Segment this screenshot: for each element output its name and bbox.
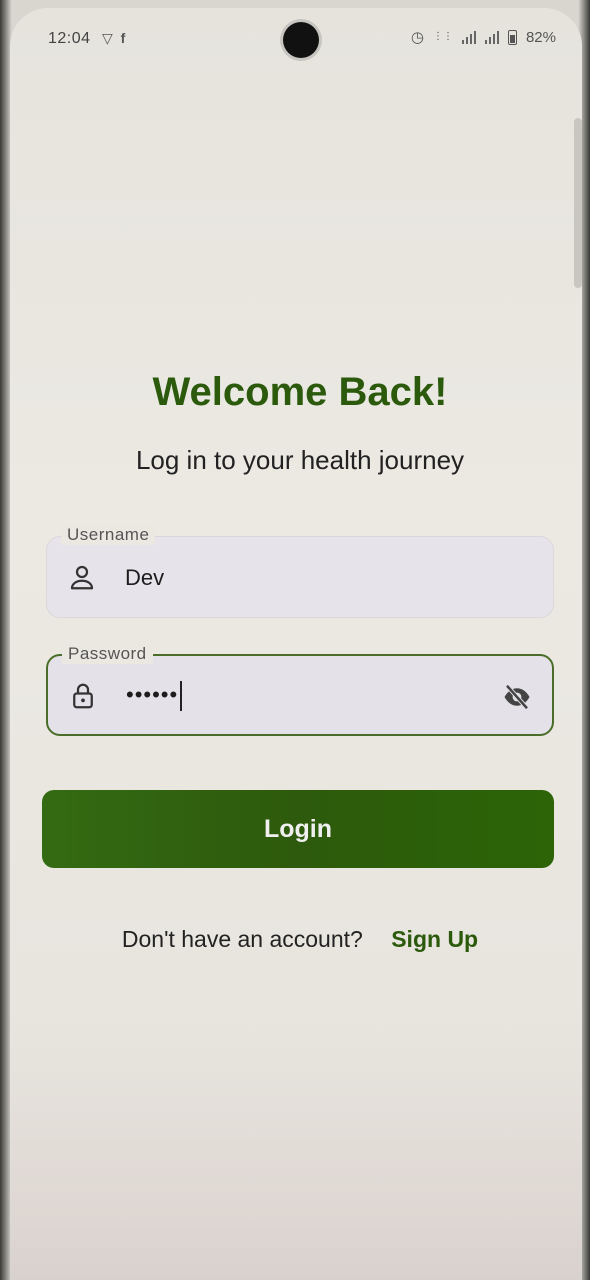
app-screen: 12:04 ▽ f ◷ ⋮⋮ 82% Welcome Back! Log in … — [10, 8, 582, 1280]
password-label: Password — [62, 644, 153, 664]
eye-off-icon[interactable] — [500, 682, 534, 712]
shield-icon: ▽ — [102, 30, 113, 46]
battery-icon — [507, 29, 517, 45]
front-camera — [283, 22, 319, 58]
page-title: Welcome Back! — [152, 370, 448, 414]
signal-icon — [461, 30, 476, 44]
password-field[interactable]: Password •••••• — [46, 644, 554, 736]
phone-frame: 12:04 ▽ f ◷ ⋮⋮ 82% Welcome Back! Log in … — [0, 0, 590, 1280]
lock-icon — [73, 683, 93, 709]
signup-prompt: Don't have an account? — [121, 926, 363, 952]
bottom-shadow — [10, 1040, 582, 1280]
facebook-icon: f — [120, 30, 126, 46]
signup-link[interactable]: Sign Up — [391, 926, 478, 952]
status-right-icons: ◷ ⋮⋮ 82% — [410, 28, 556, 47]
signup-row: Don't have an account? Sign Up — [10, 926, 582, 953]
volte-icon: ⋮⋮ — [432, 31, 453, 42]
signal-icon — [484, 30, 499, 44]
username-field[interactable]: Username Dev — [46, 525, 554, 618]
notification-icons: ▽ f — [102, 30, 125, 47]
password-dots: •••••• — [126, 681, 179, 707]
scrollbar[interactable] — [574, 118, 582, 288]
status-bar: 12:04 ▽ f ◷ ⋮⋮ 82% — [10, 8, 582, 68]
username-label: Username — [61, 525, 156, 545]
page-subtitle: Log in to your health journey — [135, 445, 465, 475]
password-input[interactable]: •••••• — [126, 681, 183, 711]
text-cursor — [180, 681, 183, 711]
person-icon — [70, 565, 94, 590]
alarm-icon: ◷ — [410, 29, 424, 46]
status-time: 12:04 — [48, 30, 91, 47]
login-button[interactable]: Login — [42, 790, 554, 868]
username-input[interactable]: Dev — [125, 565, 164, 591]
battery-percent: 82% — [525, 28, 556, 46]
